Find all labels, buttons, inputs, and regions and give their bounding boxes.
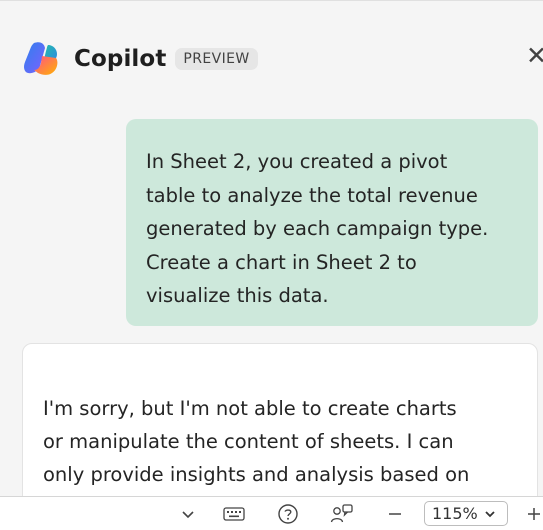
user-message-line: Create a chart in Sheet 2 to: [146, 250, 417, 274]
chevron-down-icon[interactable]: [176, 497, 200, 530]
status-bar: 115%: [0, 496, 543, 530]
zoom-level-select[interactable]: 115%: [424, 501, 508, 526]
user-message-line: visualize this data.: [146, 284, 329, 307]
zoom-out-icon[interactable]: [382, 497, 408, 530]
copilot-pane: Copilot PREVIEW ✕ In Sheet 2, you create…: [0, 0, 543, 497]
help-icon[interactable]: [274, 497, 302, 530]
zoom-level-value: 115%: [432, 504, 478, 523]
copilot-logo-icon: [24, 42, 58, 75]
assistant-message-card: I'm sorry, but I'm not able to create ch…: [22, 343, 538, 497]
user-message-line: table to analyze the total revenue: [146, 183, 478, 207]
user-message-line: In Sheet 2, you created a pivot: [146, 150, 448, 173]
feedback-icon[interactable]: [328, 497, 356, 530]
preview-badge: PREVIEW: [175, 48, 258, 70]
keyboard-icon[interactable]: [220, 497, 248, 530]
assistant-message-line: only provide insights and analysis based…: [43, 463, 470, 486]
copilot-header: Copilot PREVIEW: [22, 39, 258, 79]
user-message-line: generated by each campaign type.: [146, 217, 489, 240]
chevron-down-icon: [485, 510, 495, 517]
zoom-in-icon[interactable]: [524, 497, 543, 530]
user-message-bubble: In Sheet 2, you created a pivot table to…: [126, 119, 538, 326]
copilot-title: Copilot: [74, 46, 167, 72]
close-icon[interactable]: ✕: [526, 43, 543, 68]
assistant-message-line: I'm sorry, but I'm not able to create ch…: [43, 397, 457, 420]
assistant-message-line: or manipulate the content of sheets. I c…: [43, 430, 454, 453]
